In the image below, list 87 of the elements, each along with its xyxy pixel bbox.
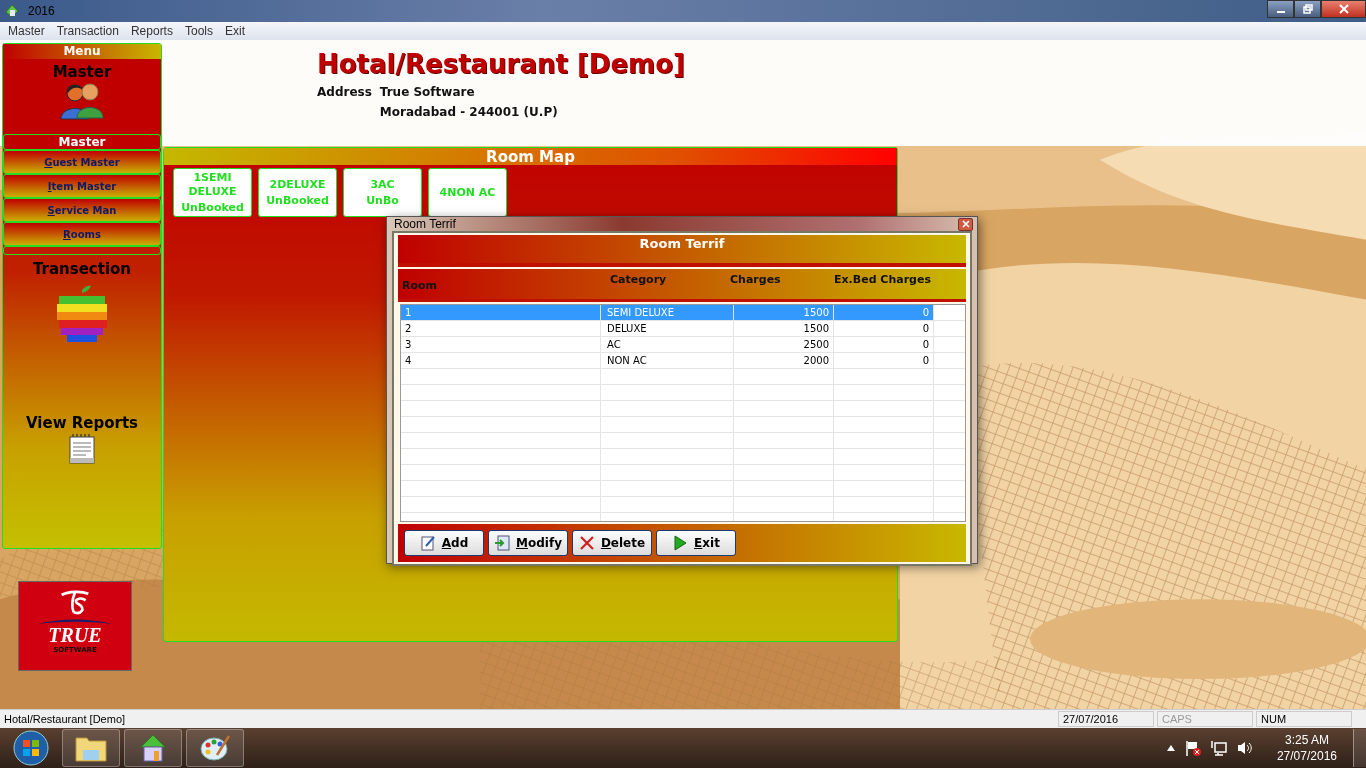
close-icon bbox=[961, 220, 970, 228]
table-cell: 2 bbox=[401, 321, 601, 337]
edit-icon bbox=[419, 535, 436, 551]
dialog-heading: Room Terrif bbox=[398, 235, 966, 267]
column-header: Charges bbox=[730, 273, 781, 286]
room-status: UnBo bbox=[366, 193, 399, 208]
flag-icon[interactable] bbox=[1184, 740, 1201, 756]
minimize-button[interactable] bbox=[1267, 0, 1294, 18]
close-icon bbox=[1338, 4, 1349, 14]
address-line: Moradabad - 244001 (U.P) bbox=[379, 105, 558, 119]
table-cell: 1 bbox=[401, 305, 601, 321]
restore-icon bbox=[1302, 4, 1313, 14]
palette-icon bbox=[199, 733, 231, 763]
sidebar-item[interactable]: Guest Master bbox=[3, 150, 161, 174]
play-icon bbox=[672, 535, 689, 551]
table-cell: 0 bbox=[834, 305, 934, 321]
room-name: 1SEMI DELUXE bbox=[187, 170, 238, 199]
network-icon[interactable] bbox=[1210, 740, 1227, 756]
room-map-title: Room Map bbox=[164, 148, 897, 165]
table-cell: 1500 bbox=[734, 305, 834, 321]
table-cell: 3 bbox=[401, 337, 601, 353]
maximize-button[interactable] bbox=[1294, 0, 1321, 18]
table-cell: 0 bbox=[834, 353, 934, 369]
company-name: Hotal/Restaurant [Demo] bbox=[317, 49, 686, 79]
key-indicator: CAPS bbox=[1157, 711, 1253, 727]
cross-icon bbox=[578, 535, 595, 551]
key-indicator: NUM bbox=[1256, 711, 1352, 727]
dialog-button[interactable]: Modify bbox=[488, 530, 568, 556]
table-cell: 2500 bbox=[734, 337, 834, 353]
menu-item[interactable]: Transaction bbox=[50, 24, 125, 38]
close-button[interactable] bbox=[1321, 0, 1366, 18]
sidebar-item[interactable]: Rooms bbox=[3, 222, 161, 246]
status-date: 27/07/2016 bbox=[1058, 711, 1154, 727]
column-header: Room bbox=[402, 279, 438, 292]
table-cell: 1500 bbox=[734, 321, 834, 337]
folder-icon bbox=[75, 734, 107, 762]
status-text: Hotal/Restaurant [Demo] bbox=[3, 713, 127, 725]
room-name: 3AC bbox=[370, 177, 395, 192]
sidebar-subheader: Master bbox=[3, 134, 161, 150]
column-header: Ex.Bed Charges bbox=[834, 273, 931, 286]
menu-item[interactable]: Exit bbox=[219, 24, 251, 38]
room-name: 4NON AC bbox=[439, 185, 496, 200]
section-title[interactable]: View Reports bbox=[26, 414, 138, 432]
dialog-button[interactable]: Delete bbox=[572, 530, 652, 556]
apple-icon[interactable] bbox=[57, 284, 107, 344]
dialog-button[interactable]: Add bbox=[404, 530, 484, 556]
sidebar-item[interactable]: Service Man bbox=[3, 198, 161, 222]
table-row[interactable]: 2 DELUXE 1500 0 bbox=[401, 321, 965, 337]
clock-date[interactable]: 27/07/2016 bbox=[1276, 748, 1337, 764]
column-header: Category bbox=[610, 273, 667, 286]
sidebar-header: Menu bbox=[3, 44, 161, 59]
people-icon bbox=[57, 81, 107, 121]
room-name: 2DELUXE bbox=[269, 177, 326, 192]
table-row[interactable]: 3 AC 2500 0 bbox=[401, 337, 965, 353]
notepad-icon[interactable] bbox=[68, 434, 96, 464]
show-hidden-icons-icon[interactable] bbox=[1166, 745, 1175, 751]
table-cell: 4 bbox=[401, 353, 601, 369]
speaker-icon[interactable] bbox=[1236, 740, 1253, 756]
sidebar-item[interactable]: Item Master bbox=[3, 174, 161, 198]
logo-text: TRUE bbox=[48, 624, 102, 646]
minimize-icon bbox=[1276, 11, 1285, 13]
dialog-button[interactable]: Exit bbox=[656, 530, 736, 556]
table-cell: AC bbox=[601, 337, 734, 353]
table-cell: DELUXE bbox=[601, 321, 734, 337]
clock-time[interactable]: 3:25 AM bbox=[1284, 732, 1329, 748]
show-desktop-button[interactable] bbox=[1353, 729, 1366, 767]
address-line: True Software bbox=[379, 85, 476, 99]
taskbar-button[interactable] bbox=[186, 729, 244, 767]
taskbar-button[interactable] bbox=[124, 729, 182, 767]
section-title: Master bbox=[52, 63, 112, 81]
address-label: Address bbox=[317, 85, 372, 101]
room-status: UnBooked bbox=[266, 193, 329, 208]
close-button[interactable] bbox=[958, 217, 973, 231]
app-icon bbox=[4, 3, 20, 19]
table-cell: 0 bbox=[834, 337, 934, 353]
table-cell: 2000 bbox=[734, 353, 834, 369]
table-row[interactable]: 4 NON AC 2000 0 bbox=[401, 353, 965, 369]
table-cell: SEMI DELUXE bbox=[601, 305, 734, 321]
dialog-title: Room Terrif bbox=[394, 217, 456, 231]
menu-item[interactable]: Master bbox=[2, 24, 51, 38]
menu-item[interactable]: Reports bbox=[124, 24, 179, 38]
window-title: 2016 bbox=[28, 4, 55, 18]
taskbar-button[interactable] bbox=[62, 729, 120, 767]
table-cell: 0 bbox=[834, 321, 934, 337]
table-cell: NON AC bbox=[601, 353, 734, 369]
menu-item[interactable]: Tools bbox=[178, 24, 219, 38]
room-status: UnBooked bbox=[181, 200, 244, 215]
